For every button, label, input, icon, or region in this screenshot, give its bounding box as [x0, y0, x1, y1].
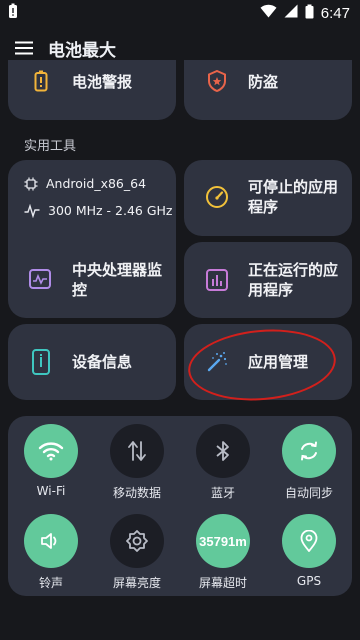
cpu-monitor-label: 中央处理器监控	[72, 261, 163, 299]
screen-timeout-icon: 35791m	[196, 514, 250, 568]
speedometer-icon	[204, 184, 230, 210]
device-info-card[interactable]: 设备信息	[8, 324, 176, 400]
stoppable-apps-card[interactable]: 可停止的应用程序	[184, 160, 352, 236]
cpu-frequency-row: 300 MHz - 2.46 GHz	[24, 203, 173, 218]
hamburger-menu-icon	[15, 41, 33, 55]
device-info-label: 设备信息	[72, 353, 133, 371]
brightness-label: 屏幕亮度	[112, 576, 161, 590]
screen-timeout-toggle[interactable]: 35791m 屏幕超时	[193, 514, 253, 591]
auto-sync-toggle[interactable]: 自动同步	[279, 424, 339, 501]
status-time: 6:47	[320, 4, 350, 22]
shield-star-icon	[204, 68, 230, 94]
cpu-frequency-text: 300 MHz - 2.46 GHz	[48, 203, 173, 218]
battery-alert-label: 电池警报	[72, 73, 133, 91]
wifi-toggle[interactable]: Wi-Fi	[21, 424, 81, 498]
ringtone-label: 铃声	[38, 576, 63, 590]
chip-icon	[24, 177, 38, 190]
location-icon	[300, 530, 318, 552]
anti-theft-card[interactable]: 防盗	[184, 60, 352, 120]
mobile-data-label: 移动数据	[112, 486, 161, 500]
auto-sync-label: 自动同步	[284, 486, 333, 500]
wifi-status-icon	[260, 4, 277, 22]
tools-section-label: 实用工具	[24, 139, 77, 154]
quick-settings-panel: Wi-Fi 移动数据 蓝牙 自动同步 铃声 屏幕亮度 35791m 屏幕超时 G…	[8, 416, 352, 596]
ringtone-toggle[interactable]: 铃声	[21, 514, 81, 591]
cpu-chart-icon	[28, 268, 52, 290]
phone-info-icon	[28, 349, 54, 375]
wifi-icon	[38, 442, 64, 461]
brightness-icon	[126, 530, 148, 552]
wifi-label: Wi-Fi	[36, 484, 66, 498]
gps-toggle[interactable]: GPS	[279, 514, 339, 588]
mobile-data-toggle[interactable]: 移动数据	[107, 424, 167, 501]
device-model-row: Android_x86_64	[24, 176, 146, 191]
stoppable-apps-label: 可停止的应用程序	[248, 178, 339, 216]
anti-theft-label: 防盗	[248, 73, 279, 91]
screen-timeout-label: 屏幕超时	[198, 576, 247, 590]
device-model-text: Android_x86_64	[46, 176, 147, 191]
app-title: 电池最大	[48, 40, 116, 61]
gps-label: GPS	[296, 574, 322, 588]
pulse-icon	[24, 203, 40, 218]
brightness-toggle[interactable]: 屏幕亮度	[107, 514, 167, 591]
volume-icon	[41, 533, 57, 549]
battery-alert-icon	[28, 68, 54, 94]
running-apps-label: 正在运行的应用程序	[248, 261, 339, 299]
status-bar: 6:47	[0, 0, 360, 26]
sync-icon	[301, 441, 317, 461]
bluetooth-label: 蓝牙	[210, 486, 235, 500]
battery-alert-card[interactable]: 电池警报	[8, 60, 176, 120]
signal-status-icon	[284, 4, 298, 22]
mobile-data-icon	[128, 441, 146, 461]
screen-timeout-value: 35791m	[199, 533, 247, 549]
battery-status-icon	[305, 4, 314, 23]
bar-chart-icon	[204, 267, 230, 293]
bluetooth-icon	[216, 441, 229, 461]
running-apps-card[interactable]: 正在运行的应用程序	[184, 242, 352, 318]
bluetooth-toggle[interactable]: 蓝牙	[193, 424, 253, 501]
battery-alert-status-icon	[8, 3, 18, 23]
